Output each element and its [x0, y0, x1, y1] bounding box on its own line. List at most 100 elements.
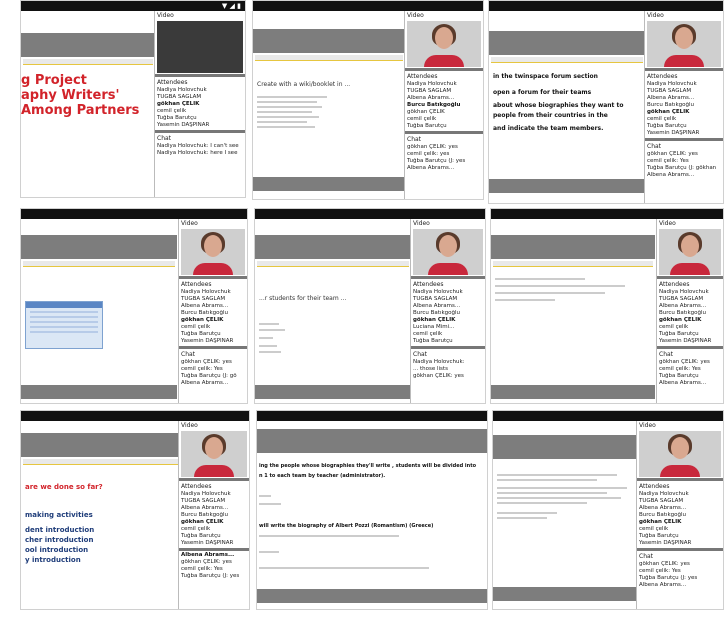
slide-line: and indicate the team members. [493, 125, 604, 132]
chat-message: cemil çelik: Yes [659, 366, 701, 372]
video-panel-header[interactable]: Video [155, 11, 245, 20]
attendees-header[interactable]: Attendees [179, 280, 247, 289]
chat-message: gökhan ÇELİK: yes [407, 144, 458, 150]
title-line-2: aphy Writers' [21, 88, 120, 103]
chat-message: Tuğba Barutçu (J: yes [407, 158, 466, 164]
presentation-footer-bar [253, 177, 405, 191]
attendee-item: Burcu Batıkgoğlu [407, 102, 461, 108]
attendee-item: Burcu Batıkgoğlu [647, 102, 695, 108]
webcam-video [659, 229, 721, 275]
attendees-header[interactable]: Attendees [637, 482, 723, 491]
slide-line: will write the biography of Albert Pozzi… [259, 523, 434, 529]
chat-message: Albena Abrams... [181, 380, 229, 386]
attendee-item: Albena Abrams... [181, 303, 229, 309]
meeting-sidebar: Video Attendees Nadiya Holovchuk TUĞBA S… [404, 11, 483, 199]
chat-header[interactable]: Chat [155, 134, 245, 143]
chat-header[interactable]: Chat [645, 142, 723, 151]
chat-message: cemil çelik: Yes [639, 568, 681, 574]
attendee-item: Yasemin DAŞPINAR [659, 338, 712, 344]
tablet-status-bar [491, 209, 723, 219]
attendees-header[interactable]: Attendees [179, 482, 249, 491]
attendee-item: Yasemin DAŞPINAR [639, 540, 692, 546]
slide-placeholder-lines [259, 319, 309, 357]
screenshot-tile-3: in the twinspace forum section open a fo… [488, 0, 724, 204]
attendees-header[interactable]: Attendees [155, 78, 245, 87]
attendee-item: Tuğba Barutçu [407, 123, 447, 129]
chat-message: ... those lists [413, 366, 448, 372]
video-panel-header[interactable]: Video [645, 11, 723, 20]
attendee-item: Nadiya Holovchuk [647, 81, 697, 87]
attendee-item: Albena Abrams... [181, 505, 229, 511]
chat-header[interactable]: Chat [405, 135, 483, 144]
chat-header[interactable]: Chat [637, 552, 723, 561]
attendee-item: Nadiya Holovchuk [413, 289, 463, 295]
chat-message: Albena Abrams... [639, 582, 687, 588]
chat-message: gökhan ÇELİK: yes [659, 359, 710, 365]
attendee-item: Tuğba Barutçu [639, 533, 679, 539]
attendee-item: Luciana Mimi... [413, 324, 455, 330]
attendee-item: Nadiya Holovchuk [157, 87, 207, 93]
video-panel-header[interactable]: Video [657, 219, 723, 228]
tablet-status-bar [255, 209, 485, 219]
attendees-header[interactable]: Attendees [645, 72, 723, 81]
divider [411, 346, 485, 349]
presentation-header-bar [257, 429, 487, 453]
slide-placeholder-lines [257, 93, 337, 131]
divider [179, 478, 249, 481]
meeting-sidebar: Video Attendees Nadiya Holovchuk TUĞBA S… [154, 11, 245, 197]
chat-message: gökhan ÇELİK: yes [181, 559, 232, 565]
slide-line: about whose biographies they want to [493, 102, 624, 109]
attendee-item: Yasemin DAŞPINAR [181, 338, 234, 344]
attendee-item: TUĞBA SAĞLAM [413, 296, 458, 302]
slide-line: open a forum for their teams [493, 89, 592, 96]
screenshot-tile-2: Create with a wiki/booklet in ... Video … [252, 0, 484, 200]
divider [155, 130, 245, 133]
divider [645, 138, 723, 141]
slide-line: in the twinspace forum section [493, 73, 598, 80]
video-panel-header[interactable]: Video [179, 421, 249, 430]
attendee-item: cemil çelik [413, 331, 443, 337]
attendee-item: Nadiya Holovchuk [659, 289, 709, 295]
tablet-status-bar [21, 411, 249, 421]
slide-content: ing the people whose biographies they'll… [259, 461, 487, 573]
attendee-item: Yasemin DAŞPINAR [181, 540, 234, 546]
divider [645, 68, 723, 71]
attendee-item: gökhan ÇELİK [157, 101, 200, 107]
meeting-sidebar: Video Attendees Nadiya Holovchuk TUĞBA S… [178, 219, 247, 403]
presentation-header-bar [489, 31, 645, 55]
presentation-url-bar [257, 261, 409, 267]
divider [155, 74, 245, 77]
tablet-status-bar [21, 209, 247, 219]
attendees-header[interactable]: Attendees [411, 280, 485, 289]
video-panel-header[interactable]: Video [405, 11, 483, 20]
slide-line: y introduction [25, 556, 81, 564]
chat-header[interactable]: Chat [411, 350, 485, 359]
chat-message: Albena Abrams... [407, 165, 455, 171]
attendee-item: cemil çelik [181, 324, 211, 330]
chat-header[interactable]: Chat [179, 350, 247, 359]
video-panel-header[interactable]: Video [411, 219, 485, 228]
attendee-item: gökhan ÇELİK [181, 317, 224, 323]
attendee-item: Tuğba Barutçu [181, 331, 221, 337]
chat-message: Tuğba Barutçu [659, 373, 699, 379]
attendee-item: Albena Abrams... [413, 303, 461, 309]
video-panel-header[interactable]: Video [179, 219, 247, 228]
video-panel-header[interactable]: Video [637, 421, 723, 430]
presentation-footer-bar [489, 179, 645, 193]
chat-message: Albena Abrams... [659, 380, 707, 386]
video-panel-dark [157, 21, 243, 73]
attendee-item: gökhan ÇELİK [407, 109, 445, 115]
attendee-item: cemil çelik [647, 116, 677, 122]
attendee-item: TUĞBA SAĞLAM [639, 498, 684, 504]
chat-message: cemil çelik: Yes [181, 566, 223, 572]
attendee-item: TUĞBA SAĞLAM [659, 296, 704, 302]
attendees-header[interactable]: Attendees [405, 72, 483, 81]
divider [405, 131, 483, 134]
tablet-status-bar [493, 411, 723, 421]
chat-message: Nadiya Holovchuk: [413, 359, 465, 365]
chat-message: gökhan ÇELİK: yes [639, 561, 690, 567]
divider [179, 276, 247, 279]
attendees-header[interactable]: Attendees [657, 280, 723, 289]
attendee-item: cemil çelik [639, 526, 669, 532]
chat-header[interactable]: Chat [657, 350, 723, 359]
